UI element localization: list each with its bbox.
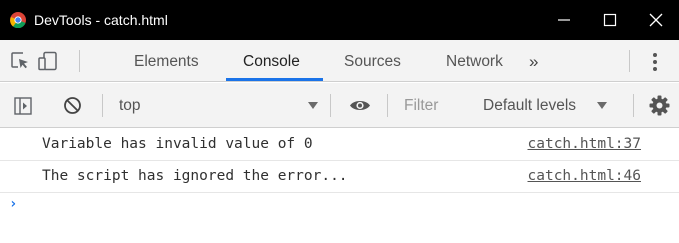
- inspect-element-icon[interactable]: [10, 51, 30, 71]
- console-message-source-link[interactable]: catch.html:46: [528, 161, 642, 192]
- tab-elements[interactable]: Elements: [134, 40, 199, 82]
- toolbar-separator-4: [633, 94, 634, 117]
- log-levels-dropdown[interactable]: Default levels: [478, 83, 620, 128]
- context-selector[interactable]: top: [103, 83, 328, 128]
- title-bar: DevTools - catch.html: [0, 0, 679, 40]
- device-toggle-icon[interactable]: [38, 51, 60, 71]
- more-tabs-button[interactable]: »: [529, 40, 538, 82]
- console-message-source-link[interactable]: catch.html:37: [528, 129, 642, 160]
- console-input[interactable]: [24, 193, 664, 217]
- tab-console[interactable]: Console: [243, 40, 300, 82]
- gear-icon[interactable]: [649, 95, 670, 116]
- console-message-text: Variable has invalid value of 0: [42, 136, 313, 152]
- console-message: The script has ignored the error... catc…: [0, 161, 679, 193]
- context-value: top: [119, 97, 141, 114]
- tabbar-separator: [79, 50, 80, 72]
- maximize-button[interactable]: [587, 0, 633, 40]
- minimize-icon: [558, 19, 570, 21]
- live-expression-eye-icon[interactable]: [349, 98, 371, 113]
- devtools-tab-bar: Elements Console Sources Network »: [0, 40, 679, 82]
- active-tab-indicator: [226, 78, 323, 81]
- chevron-down-icon: [308, 102, 318, 109]
- console-message-text: The script has ignored the error...: [42, 168, 348, 184]
- filter-input[interactable]: Filter: [404, 83, 438, 128]
- tab-network[interactable]: Network: [446, 40, 503, 82]
- toolbar-separator-3: [387, 94, 388, 117]
- kebab-menu-icon[interactable]: [652, 52, 658, 72]
- window-title: DevTools - catch.html: [34, 12, 168, 28]
- close-button[interactable]: [633, 0, 679, 40]
- maximize-icon: [603, 13, 617, 27]
- chrome-logo-icon: [10, 12, 26, 28]
- tabbar-separator-right: [629, 50, 630, 72]
- log-levels-label: Default levels: [483, 97, 577, 114]
- console-toolbar: top Filter Default levels: [0, 83, 679, 128]
- console-message: Variable has invalid value of 0 catch.ht…: [0, 129, 679, 161]
- show-sidebar-icon[interactable]: [14, 97, 32, 115]
- chevron-down-icon: [597, 102, 607, 109]
- minimize-button[interactable]: [541, 0, 587, 40]
- tab-sources[interactable]: Sources: [344, 40, 401, 82]
- clear-console-icon[interactable]: [63, 96, 82, 115]
- close-icon: [649, 13, 663, 27]
- toolbar-separator-2: [330, 94, 331, 117]
- console-prompt-icon[interactable]: ›: [9, 196, 17, 212]
